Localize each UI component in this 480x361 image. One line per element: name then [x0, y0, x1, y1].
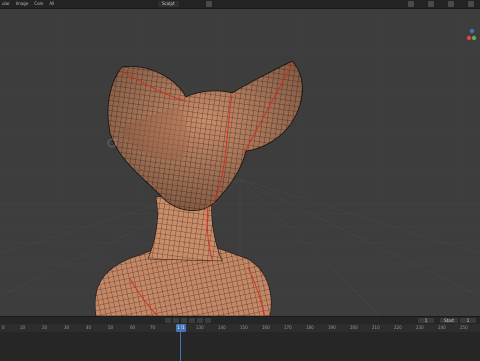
- overlay-icon[interactable]: [408, 1, 414, 7]
- jump-end-icon[interactable]: [205, 318, 211, 323]
- ruler-tick: 40: [86, 325, 92, 330]
- prev-key-icon[interactable]: [173, 318, 179, 323]
- current-frame-field[interactable]: 1: [418, 318, 434, 323]
- ruler-tick: 150: [240, 325, 248, 330]
- next-key-icon[interactable]: [197, 318, 203, 323]
- top-header: ular Image Com All Sculpt: [0, 0, 480, 9]
- ruler-tick: 50: [108, 325, 114, 330]
- header-menu: ular Image Com All: [2, 0, 54, 8]
- play-icon[interactable]: [189, 318, 195, 323]
- object-icon[interactable]: [206, 1, 212, 7]
- shading-solid-icon[interactable]: [428, 1, 434, 7]
- menu-item[interactable]: All: [49, 0, 54, 8]
- ruler-tick: 180: [306, 325, 314, 330]
- start-frame-field[interactable]: Start: [440, 318, 458, 323]
- playback-controls: [165, 318, 211, 323]
- ruler-tick: 60: [130, 325, 136, 330]
- ruler-tick: 130: [196, 325, 204, 330]
- ruler-tick: 230: [416, 325, 424, 330]
- ruler-tick: 220: [394, 325, 402, 330]
- ruler-tick: 20: [42, 325, 48, 330]
- timeline-body[interactable]: [0, 332, 480, 361]
- playhead[interactable]: [180, 324, 181, 361]
- timeline-header: 1 Start 1: [0, 317, 480, 324]
- ruler-tick: 210: [372, 325, 380, 330]
- ruler-tick: 240: [438, 325, 446, 330]
- ruler-tick: 190: [328, 325, 336, 330]
- ruler-tick: 250: [460, 325, 468, 330]
- timeline-panel: 1 Start 1 0 10 20 30 40 50 60 70 121 130…: [0, 316, 480, 361]
- ruler-tick: 10: [20, 325, 26, 330]
- ruler-tick: 0: [2, 325, 5, 330]
- viewport-scene: [0, 9, 480, 316]
- mode-selector[interactable]: Sculpt: [158, 1, 179, 7]
- play-reverse-icon[interactable]: [181, 318, 187, 323]
- navigation-gizmo-icon[interactable]: [464, 27, 478, 49]
- shading-material-icon[interactable]: [448, 1, 454, 7]
- end-frame-field[interactable]: 1: [460, 318, 476, 323]
- menu-item[interactable]: Image: [16, 0, 29, 8]
- ruler-tick: 140: [218, 325, 226, 330]
- ruler-tick: 200: [350, 325, 358, 330]
- ruler-tick: 70: [150, 325, 156, 330]
- 3d-viewport[interactable]: [0, 9, 480, 316]
- jump-start-icon[interactable]: [165, 318, 171, 323]
- ruler-tick: 160: [262, 325, 270, 330]
- shading-render-icon[interactable]: [468, 1, 474, 7]
- frame-ruler[interactable]: 0 10 20 30 40 50 60 70 121 130 140 150 1…: [0, 324, 480, 332]
- menu-item[interactable]: ular: [2, 0, 10, 8]
- ruler-tick: 170: [284, 325, 292, 330]
- ruler-tick: 30: [64, 325, 70, 330]
- menu-item[interactable]: Com: [34, 0, 43, 8]
